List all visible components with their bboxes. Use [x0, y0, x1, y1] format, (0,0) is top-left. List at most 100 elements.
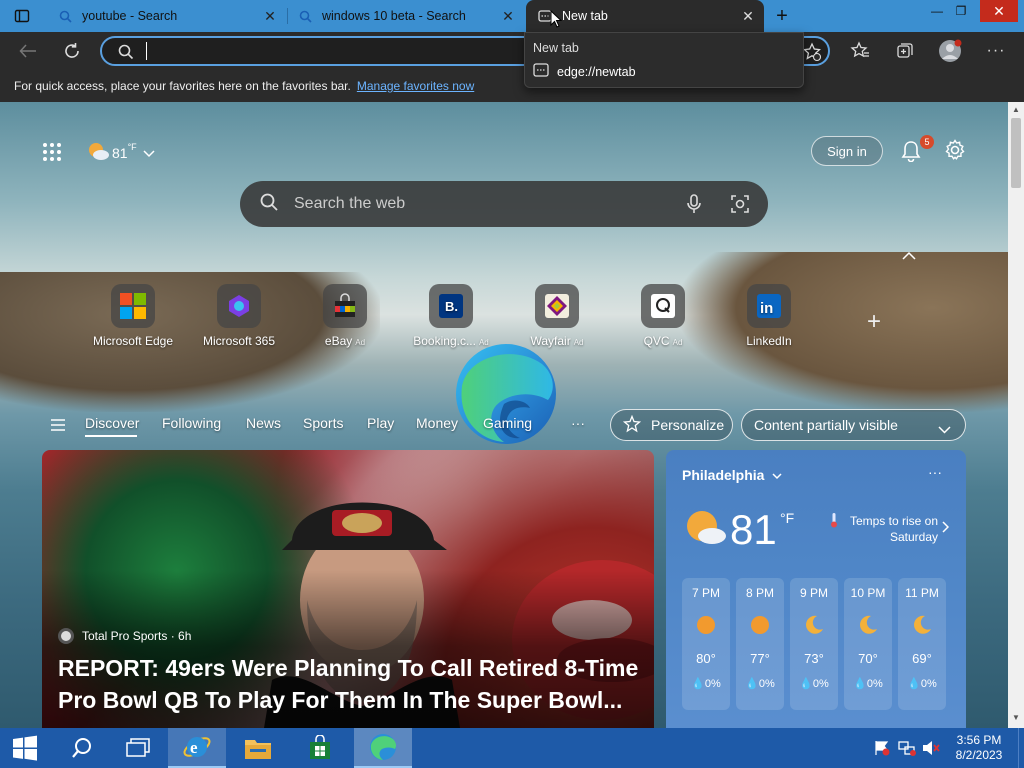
weather-summary[interactable]: 81 °F — [86, 140, 155, 165]
tab-label: New tab — [562, 9, 608, 23]
add-favorite-icon[interactable] — [802, 42, 822, 62]
hour-precip: 💧0% — [907, 678, 937, 690]
weather-note[interactable]: Temps to rise on Saturday — [838, 513, 938, 545]
system-clock[interactable]: 3:56 PM 8/2/2023 — [948, 733, 1010, 763]
chevron-right-icon[interactable] — [942, 520, 950, 538]
tab-windows-10-beta-search[interactable]: windows 10 beta - Search ✕ — [286, 0, 524, 32]
windows-taskbar: e 3:56 PM 8/2/2023 — [0, 728, 1024, 768]
quicklink-qvc[interactable]: QVC Ad — [608, 284, 718, 348]
settings-more-button[interactable]: ··· — [984, 39, 1008, 63]
taskbar-microsoft-edge[interactable] — [354, 728, 412, 768]
suggestion-item-newtab[interactable]: edge://newtab — [533, 63, 636, 80]
weather-card[interactable]: Philadelphia ··· 81 °F Temps to rise on … — [666, 450, 966, 728]
store-icon — [310, 735, 330, 759]
partly-sunny-icon — [86, 140, 110, 165]
scroll-up-arrow-icon[interactable]: ▲ — [1012, 105, 1020, 114]
hour-precip: 💧0% — [745, 678, 775, 690]
quicklink-microsoft-edge[interactable]: Microsoft Edge — [78, 284, 188, 348]
browser-toolbar: ··· — [0, 32, 1024, 70]
close-tab-icon[interactable]: ✕ — [740, 8, 756, 24]
quicklink-ebay[interactable]: eBay Ad — [290, 284, 400, 348]
content-visibility-dropdown[interactable]: Content partially visible — [741, 409, 966, 441]
scroll-down-arrow-icon[interactable]: ▼ — [1012, 713, 1020, 722]
favorites-button[interactable] — [848, 39, 872, 63]
ad-label: Ad — [573, 338, 584, 347]
hour-precip-value: 0% — [866, 678, 883, 690]
taskbar-microsoft-store[interactable] — [292, 728, 348, 768]
qvc-logo-icon — [641, 284, 685, 328]
quicklink-wayfair[interactable]: Wayfair Ad — [502, 284, 612, 348]
svg-text:e: e — [190, 738, 198, 757]
windows-start-icon — [13, 735, 37, 761]
address-input[interactable] — [146, 42, 506, 60]
profile-avatar[interactable] — [938, 39, 962, 63]
search-icon — [260, 193, 278, 216]
search-icon — [298, 9, 312, 23]
visual-search-icon[interactable] — [730, 194, 750, 219]
address-suggestions-dropdown: New tab edge://newtab — [524, 32, 804, 88]
quicklink-label: LinkedIn — [746, 334, 792, 348]
hour-temp: 80° — [696, 651, 716, 666]
weather-city[interactable]: Philadelphia — [682, 467, 782, 483]
feed-menu-icon[interactable] — [50, 418, 66, 436]
notifications-bell-icon[interactable] — [900, 140, 922, 163]
linkedin-logo-icon: in — [747, 284, 791, 328]
hour-precip: 💧0% — [691, 678, 721, 690]
collections-button[interactable] — [893, 39, 917, 63]
add-quicklink-icon[interactable]: + — [864, 310, 884, 334]
manage-favorites-link[interactable]: Manage favorites now — [357, 79, 474, 93]
collapse-chevron-icon[interactable] — [902, 248, 916, 266]
quicklink-linkedin[interactable]: in LinkedIn — [714, 284, 824, 348]
hero-headline[interactable]: REPORT: 49ers Were Planning To Call Reti… — [58, 652, 648, 716]
personalize-button[interactable]: Personalize — [610, 409, 733, 441]
microphone-icon[interactable] — [686, 194, 702, 219]
hour-precip: 💧0% — [853, 678, 883, 690]
scrollbar-thumb[interactable] — [1011, 118, 1021, 188]
hero-news-card[interactable]: Total Pro Sports · 6h REPORT: 49ers Were… — [42, 450, 654, 728]
nav-money[interactable]: Money — [416, 415, 458, 431]
notification-count: 5 — [924, 137, 930, 147]
show-desktop-button[interactable] — [1018, 728, 1024, 768]
quicklink-microsoft-365[interactable]: Microsoft 365 — [184, 284, 294, 348]
search-icon — [72, 738, 91, 758]
nav-sports[interactable]: Sports — [303, 415, 343, 431]
nav-discover[interactable]: Discover — [85, 415, 139, 431]
new-tab-button[interactable]: + — [772, 6, 792, 26]
nav-following[interactable]: Following — [162, 415, 221, 431]
close-tab-icon[interactable]: ✕ — [500, 8, 516, 24]
page-settings-gear-icon[interactable] — [944, 139, 966, 161]
task-view-button[interactable] — [110, 728, 166, 768]
tab-actions-icon[interactable] — [14, 8, 30, 24]
taskbar-file-explorer[interactable] — [230, 728, 286, 768]
hourly-forecast-8pm: 8 PM 77° 💧0% — [736, 578, 784, 710]
ad-label: Ad — [672, 338, 683, 347]
maximize-button[interactable]: ❐ — [946, 0, 976, 22]
windows-logo-icon — [111, 284, 155, 328]
flag-notification-icon[interactable] — [874, 740, 890, 761]
taskbar-internet-explorer[interactable]: e — [168, 728, 226, 768]
hour-time: 7 PM — [691, 586, 720, 600]
taskbar-search-button[interactable] — [54, 728, 110, 768]
network-icon[interactable] — [898, 740, 916, 761]
personalize-star-icon — [622, 414, 642, 436]
start-button[interactable] — [0, 728, 50, 768]
quicklink-label: Microsoft Edge — [92, 334, 174, 348]
nav-gaming[interactable]: Gaming — [483, 415, 532, 431]
tab-youtube-search[interactable]: youtube - Search ✕ — [46, 0, 286, 32]
apps-launcher-icon[interactable] — [42, 142, 62, 162]
close-tab-icon[interactable]: ✕ — [262, 8, 278, 24]
internet-explorer-icon: e — [183, 737, 211, 757]
nav-play[interactable]: Play — [367, 415, 394, 431]
close-window-button[interactable]: ✕ — [980, 0, 1018, 22]
refresh-button[interactable] — [60, 39, 84, 63]
nav-more[interactable]: ··· — [571, 415, 585, 431]
weather-unit: °F — [127, 142, 137, 152]
sign-in-button[interactable]: Sign in — [811, 136, 883, 166]
page-scrollbar[interactable]: ▲ ▼ — [1008, 102, 1024, 728]
back-button[interactable] — [16, 39, 40, 63]
weather-more-icon[interactable]: ··· — [928, 464, 942, 480]
nav-news[interactable]: News — [246, 415, 281, 431]
volume-muted-icon[interactable] — [922, 740, 940, 761]
web-search-box[interactable]: Search the web — [240, 181, 768, 227]
quicklink-booking[interactable]: B. Booking.c... Ad — [396, 284, 506, 348]
